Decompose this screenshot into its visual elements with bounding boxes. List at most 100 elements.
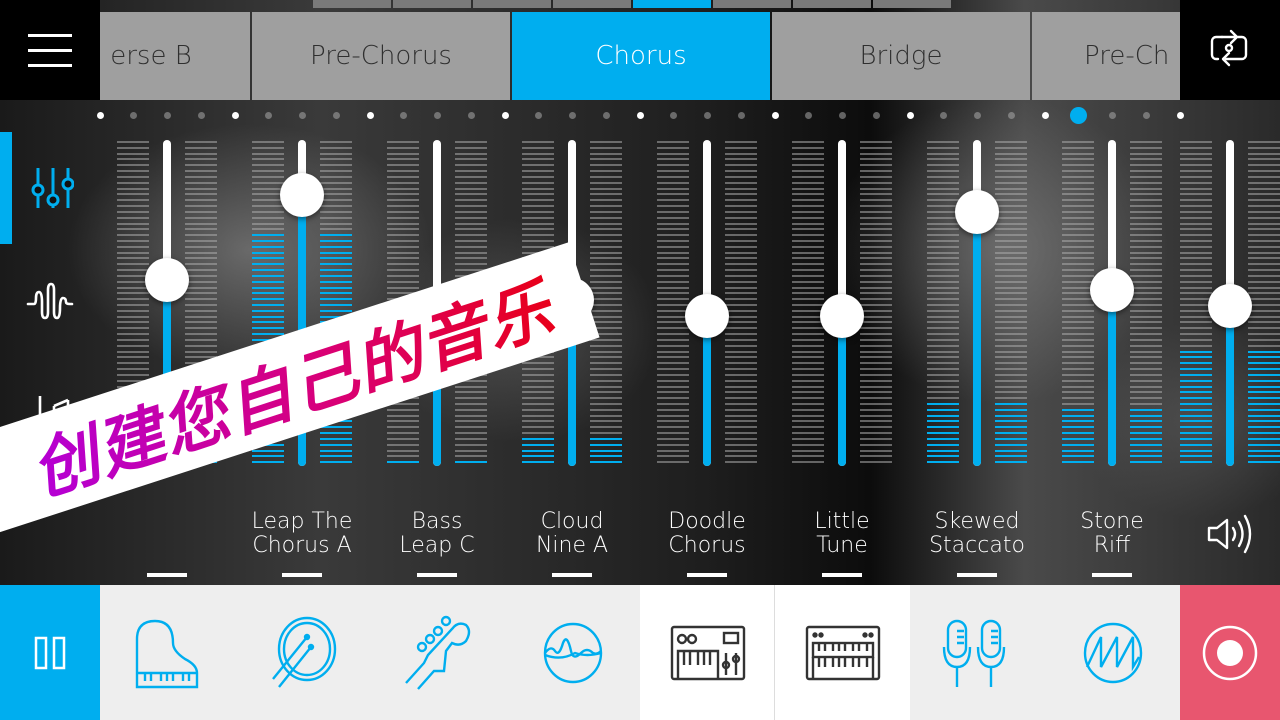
channel-name[interactable]: Cloud Nine A (502, 510, 642, 558)
instrument-synth[interactable] (640, 585, 775, 720)
meter-tick (1130, 292, 1162, 295)
progress-segment[interactable] (393, 0, 471, 8)
meter-tick (1062, 437, 1094, 440)
rail-item-waveform[interactable] (22, 274, 78, 330)
step-dot[interactable] (636, 112, 644, 119)
instrument-drums[interactable] (235, 585, 370, 720)
meter-tick (1248, 344, 1280, 347)
step-dot[interactable] (265, 112, 273, 119)
step-dot[interactable] (535, 112, 543, 119)
tab-pre-chorus[interactable]: Pre-Chorus (252, 12, 510, 100)
step-dot[interactable] (872, 112, 880, 119)
meter-tick (927, 414, 959, 417)
step-dot[interactable] (96, 112, 104, 119)
step-dot[interactable] (501, 112, 509, 119)
step-dot[interactable] (1109, 112, 1116, 119)
meter-tick (995, 455, 1027, 458)
song-progress-strip[interactable] (313, 0, 951, 8)
step-dot[interactable] (1142, 112, 1150, 119)
fader-knob[interactable] (820, 294, 864, 339)
step-dot[interactable] (940, 112, 948, 119)
step-dot[interactable] (974, 112, 981, 119)
instrument-wave[interactable] (505, 585, 640, 720)
meter-tick (860, 461, 892, 464)
master-volume-button[interactable] (1205, 512, 1255, 556)
meter-tick (927, 181, 959, 184)
meter-tick (657, 257, 689, 260)
meter-tick (455, 437, 487, 440)
instrument-saw-synth[interactable] (1045, 585, 1180, 720)
step-dot[interactable] (299, 112, 306, 119)
meter-tick (590, 216, 622, 219)
tab-bridge[interactable]: Bridge (772, 12, 1030, 100)
fader-knob[interactable] (145, 258, 189, 303)
instrument-vocals[interactable] (910, 585, 1045, 720)
fader-knob[interactable] (1208, 284, 1252, 329)
grand-piano-icon (135, 619, 198, 688)
step-dot[interactable] (332, 112, 340, 119)
menu-button[interactable] (0, 0, 100, 100)
record-button[interactable] (1180, 585, 1280, 720)
step-dot[interactable] (231, 112, 239, 119)
progress-segment[interactable] (473, 0, 551, 8)
progress-segment[interactable] (793, 0, 871, 8)
progress-segment[interactable] (633, 0, 711, 8)
step-dot[interactable] (197, 112, 205, 119)
instrument-bass[interactable] (370, 585, 505, 720)
meter-tick (590, 461, 622, 464)
channel-name[interactable]: Skewed Staccato (907, 510, 1047, 558)
step-dot[interactable] (704, 112, 711, 119)
progress-segment[interactable] (553, 0, 631, 8)
step-dot[interactable] (670, 112, 678, 119)
step-dot[interactable] (839, 112, 846, 119)
channel-name[interactable]: Stone Riff (1042, 510, 1182, 558)
loop-button[interactable] (1180, 0, 1280, 100)
meter-tick (860, 205, 892, 208)
instrument-organ[interactable] (775, 585, 910, 720)
fader-knob[interactable] (1090, 267, 1134, 312)
pause-button[interactable] (0, 585, 100, 720)
step-dot[interactable] (771, 112, 779, 119)
fader-track[interactable] (973, 140, 981, 466)
meter-tick (185, 205, 217, 208)
fader-knob[interactable] (685, 294, 729, 339)
step-dot[interactable] (805, 112, 813, 119)
meter-tick (995, 286, 1027, 289)
meter-tick (1180, 397, 1212, 400)
meter-tick (320, 269, 352, 272)
channel-name[interactable]: Bass Leap C (367, 510, 507, 558)
meter-tick (185, 257, 217, 260)
fader-knob[interactable] (280, 173, 324, 218)
step-dot[interactable] (1041, 112, 1049, 119)
step-dot[interactable] (602, 112, 610, 119)
tab-chorus[interactable]: Chorus (512, 12, 770, 100)
rail-item-mixer[interactable] (22, 160, 78, 216)
step-dot[interactable] (569, 112, 576, 119)
current-step-dot[interactable] (1070, 107, 1088, 124)
step-dot[interactable] (467, 112, 475, 119)
step-dot[interactable] (906, 112, 914, 119)
progress-segment[interactable] (713, 0, 791, 8)
fader-knob[interactable] (955, 189, 999, 234)
channel-name[interactable]: Doodle Chorus (637, 510, 777, 558)
step-timeline[interactable] (0, 107, 1280, 124)
step-dot[interactable] (400, 112, 408, 119)
channel-name[interactable]: Little Tune (772, 510, 912, 558)
meter-tick (725, 280, 757, 283)
step-dot[interactable] (164, 112, 171, 119)
instrument-piano[interactable] (100, 585, 235, 720)
step-dot[interactable] (1176, 112, 1184, 119)
meter-tick (927, 152, 959, 155)
progress-segment[interactable] (873, 0, 951, 8)
step-dot[interactable] (130, 112, 138, 119)
speaker-volume-icon (1207, 514, 1252, 554)
meter-tick (860, 245, 892, 248)
meter-tick (657, 309, 689, 312)
step-dot[interactable] (366, 112, 374, 119)
step-dot[interactable] (737, 112, 745, 119)
step-dot[interactable] (434, 112, 441, 119)
channel-name[interactable]: Leap The Chorus A (232, 510, 372, 558)
progress-segment[interactable] (313, 0, 391, 8)
step-dot[interactable] (1007, 112, 1015, 119)
meter-tick (522, 426, 554, 429)
